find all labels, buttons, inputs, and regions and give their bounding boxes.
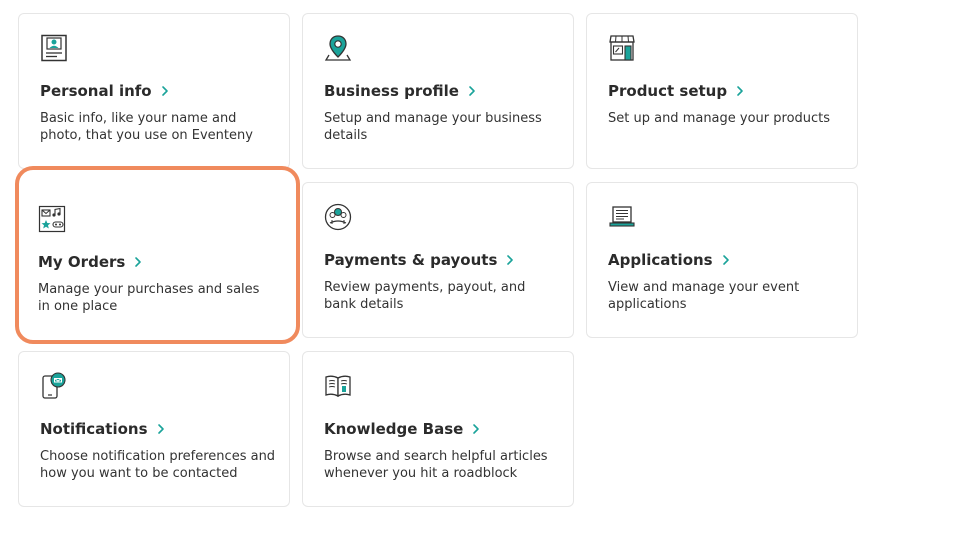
card-title: My Orders (38, 253, 126, 271)
card-applications[interactable]: Applications View and manage your event … (586, 182, 858, 338)
card-title-row: My Orders (38, 253, 143, 271)
orders-icon (38, 205, 66, 233)
card-description: Setup and manage your business details (324, 111, 542, 143)
card-description: Browse and search helpful articles whene… (324, 449, 548, 481)
card-personal-info[interactable]: Personal info Basic info, like your name… (18, 13, 290, 169)
chevron-right-icon (505, 254, 515, 266)
card-description: Manage your purchases and sales in one p… (38, 282, 260, 314)
card-description: Basic info, like your name and photo, th… (40, 111, 253, 143)
chevron-right-icon (156, 423, 166, 435)
chevron-right-icon (133, 256, 143, 268)
card-title-row: Notifications (40, 420, 166, 438)
card-title: Product setup (608, 82, 728, 100)
card-payments-payouts[interactable]: Payments & payouts Review payments, payo… (302, 182, 574, 338)
card-description: Set up and manage your products (608, 111, 831, 126)
card-title-row: Applications (608, 251, 731, 269)
card-title: Personal info (40, 82, 152, 100)
chevron-right-icon (471, 423, 481, 435)
card-my-orders[interactable]: My Orders Manage your purchases and sale… (15, 166, 300, 344)
card-title: Payments & payouts (324, 251, 498, 269)
card-description: Choose notification preferences and how … (40, 449, 276, 481)
notification-icon (40, 372, 68, 400)
chevron-right-icon (160, 85, 170, 97)
card-title: Business profile (324, 82, 459, 100)
card-product-setup[interactable]: Product setup Set up and manage your pro… (586, 13, 858, 169)
chevron-right-icon (735, 85, 745, 97)
card-description: Review payments, payout, and bank detail… (324, 280, 526, 312)
chevron-right-icon (467, 85, 477, 97)
card-description: View and manage your event applications (608, 280, 800, 312)
book-icon (324, 372, 352, 400)
card-title: Knowledge Base (324, 420, 464, 438)
payments-icon (324, 203, 352, 231)
chevron-right-icon (721, 254, 731, 266)
card-title: Applications (608, 251, 713, 269)
card-title-row: Personal info (40, 82, 170, 100)
map-pin-icon (324, 34, 352, 62)
card-title: Notifications (40, 420, 148, 438)
card-business-profile[interactable]: Business profile Setup and manage your b… (302, 13, 574, 169)
card-title-row: Product setup (608, 82, 745, 100)
id-card-icon (40, 34, 68, 62)
card-title-row: Knowledge Base (324, 420, 481, 438)
card-title-row: Business profile (324, 82, 477, 100)
card-knowledge-base[interactable]: Knowledge Base Browse and search helpful… (302, 351, 574, 507)
card-notifications[interactable]: Notifications Choose notification prefer… (18, 351, 290, 507)
account-settings-grid: Personal info Basic info, like your name… (0, 0, 957, 535)
card-title-row: Payments & payouts (324, 251, 515, 269)
storefront-icon (608, 34, 636, 62)
laptop-icon (608, 203, 636, 231)
